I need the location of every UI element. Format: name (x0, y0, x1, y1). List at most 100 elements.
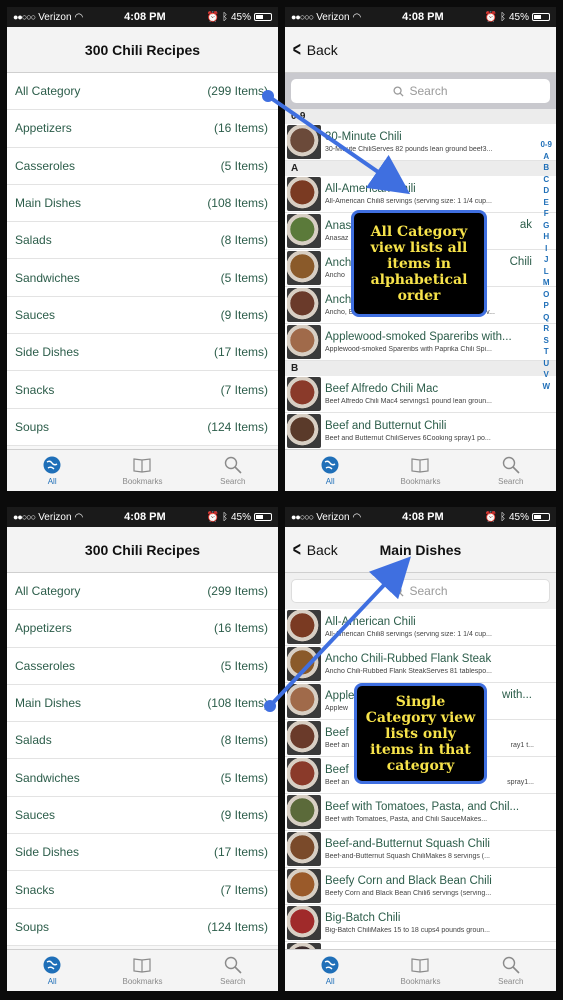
index-letter-m[interactable]: M (543, 277, 550, 289)
index-letter-u[interactable]: U (543, 358, 549, 370)
category-row-sauces[interactable]: Sauces (9 Items) (7, 297, 278, 335)
search-icon (393, 585, 405, 597)
category-name: Salads (15, 233, 52, 248)
index-letter-d[interactable]: D (543, 185, 549, 197)
category-count: (5 Items) (220, 270, 268, 285)
index-letter-i[interactable]: I (545, 243, 547, 255)
index-letter-g[interactable]: G (543, 220, 549, 232)
recipe-row[interactable]: Applewood-smoked Spareribs with... Applew… (285, 324, 556, 361)
tab-label: Search (498, 977, 524, 986)
recipe-row[interactable]: 30-Minute Chili 30-Minute ChiliServes 82 … (285, 124, 556, 161)
category-name: Sauces (15, 807, 56, 822)
index-letter-0-9[interactable]: 0-9 (540, 139, 552, 151)
recipe-row[interactable]: Big-Batch Chili Big-Batch ChiliMakes 15 t… (285, 905, 556, 942)
tab-search[interactable]: Search (188, 450, 278, 491)
tab-all[interactable]: All (7, 950, 97, 991)
recipe-title: All-American Chili (325, 183, 416, 195)
category-row-casseroles[interactable]: Casseroles (5 Items) (7, 148, 278, 185)
index-letter-v[interactable]: V (544, 369, 549, 381)
category-row-sauces[interactable]: Sauces (9 Items) (7, 797, 278, 835)
category-row-all-category[interactable]: All Category (299 Items) (7, 573, 278, 611)
tab-all[interactable]: All (285, 950, 375, 991)
index-letter-c[interactable]: C (543, 174, 549, 186)
recipe-thumbnail (287, 795, 321, 829)
category-row-main-dishes[interactable]: Main Dishes (108 Items) (7, 185, 278, 223)
tab-search[interactable]: Search (188, 950, 278, 991)
recipe-row[interactable]: All-American Chili All-American Chili8 se… (285, 609, 556, 646)
category-row-salads[interactable]: Salads (8 Items) (7, 722, 278, 760)
recipe-thumbnail (287, 251, 321, 285)
recipe-row[interactable]: Beef Alfredo Chili Mac Beef Alfredo Chili… (285, 376, 556, 413)
category-row-all-category[interactable]: All Category (299 Items) (7, 73, 278, 111)
tab-all[interactable]: All (285, 450, 375, 491)
recipe-title: Ancho Chili-Rubbed Flank Steak (325, 653, 492, 665)
category-row-sandwiches[interactable]: Sandwiches (5 Items) (7, 259, 278, 297)
alphabet-index[interactable]: 0-9 A B C D E F G H I J L M O P Q R S T U V W (540, 139, 552, 392)
globe-icon (320, 455, 340, 475)
recipe-row[interactable]: Beef and Butternut Chili Beef and Buttern… (285, 413, 556, 450)
index-letter-o[interactable]: O (543, 289, 549, 301)
category-row-appetizers[interactable]: Appetizers (16 Items) (7, 610, 278, 648)
tab-bookmarks[interactable]: Bookmarks (375, 450, 465, 491)
recipe-row[interactable]: Beef with Tomatoes, Pasta, and Chil... Be… (285, 794, 556, 831)
index-letter-w[interactable]: W (542, 381, 550, 393)
category-row-side-dishes[interactable]: Side Dishes (17 Items) (7, 334, 278, 372)
bluetooth-icon: ᛒ (221, 511, 228, 523)
category-row-sandwiches[interactable]: Sandwiches (5 Items) (7, 759, 278, 797)
tab-search[interactable]: Search (466, 950, 556, 991)
category-name: Casseroles (15, 158, 76, 173)
tab-search[interactable]: Search (466, 450, 556, 491)
category-row-salads[interactable]: Salads (8 Items) (7, 222, 278, 260)
index-letter-l[interactable]: L (544, 266, 549, 278)
category-row-casseroles[interactable]: Casseroles (5 Items) (7, 648, 278, 685)
back-button[interactable]: < Back (291, 27, 338, 73)
globe-icon (42, 955, 62, 975)
category-row-soups[interactable]: Soups (124 Items) (7, 909, 278, 946)
recipe-row[interactable]: Beef-and-Butternut Squash Chili Beef-and-… (285, 831, 556, 868)
category-row-snacks[interactable]: Snacks (7 Items) (7, 371, 278, 409)
index-letter-j[interactable]: J (544, 254, 548, 266)
tab-label: Search (220, 477, 246, 486)
index-letter-a[interactable]: A (543, 151, 549, 163)
category-count: (299 Items) (207, 584, 268, 599)
signal-icon: ●●○○○ (291, 512, 314, 522)
category-row-snacks[interactable]: Snacks (7 Items) (7, 871, 278, 909)
search-input[interactable]: Search (291, 579, 550, 603)
callout-all-category: All Category view lists all items in alp… (351, 210, 487, 317)
category-name: Side Dishes (15, 845, 80, 860)
recipe-row[interactable]: Ancho Chili-Rubbed Flank Steak Ancho Chil… (285, 646, 556, 683)
recipe-row[interactable]: All-American Chili All-American Chili8 se… (285, 176, 556, 213)
bluetooth-icon: ᛒ (221, 11, 228, 23)
recipe-text: All-American Chili All-American Chili8 se… (325, 183, 556, 205)
search-input[interactable]: Search (291, 79, 550, 103)
index-letter-h[interactable]: H (543, 231, 549, 243)
index-letter-t[interactable]: T (544, 346, 549, 358)
category-count: (8 Items) (220, 233, 268, 248)
tab-bookmarks[interactable]: Bookmarks (97, 450, 187, 491)
recipe-text: Beef with Tomatoes, Pasta, and Chil... Be… (325, 801, 556, 823)
tab-all[interactable]: All (7, 450, 97, 491)
category-row-side-dishes[interactable]: Side Dishes (17 Items) (7, 834, 278, 872)
back-button[interactable]: < Back (291, 527, 338, 573)
category-row-soups[interactable]: Soups (124 Items) (7, 409, 278, 446)
recipe-thumbnail (287, 177, 321, 211)
category-name: Snacks (15, 882, 55, 897)
category-row-appetizers[interactable]: Appetizers (16 Items) (7, 110, 278, 148)
index-letter-b[interactable]: B (543, 162, 549, 174)
tab-bookmarks[interactable]: Bookmarks (375, 950, 465, 991)
category-count: (16 Items) (213, 121, 268, 136)
index-letter-s[interactable]: S (544, 335, 549, 347)
category-row-main-dishes[interactable]: Main Dishes (108 Items) (7, 685, 278, 723)
index-letter-p[interactable]: P (544, 300, 549, 312)
recipe-row[interactable]: Beefy Corn and Black Bean Chili Beefy Cor… (285, 868, 556, 905)
index-letter-f[interactable]: F (544, 208, 549, 220)
index-letter-q[interactable]: Q (543, 312, 549, 324)
category-name: Appetizers (15, 121, 72, 136)
index-letter-r[interactable]: R (543, 323, 549, 335)
signal-icon: ●●○○○ (13, 512, 36, 522)
index-letter-e[interactable]: E (544, 197, 549, 209)
recipe-subtitle: Applewood-smoked Spareribs with Paprika … (325, 346, 492, 353)
recipe-thumbnail (287, 906, 321, 940)
tab-bookmarks[interactable]: Bookmarks (97, 950, 187, 991)
nav-bar: 300 Chili Recipes (7, 527, 278, 573)
